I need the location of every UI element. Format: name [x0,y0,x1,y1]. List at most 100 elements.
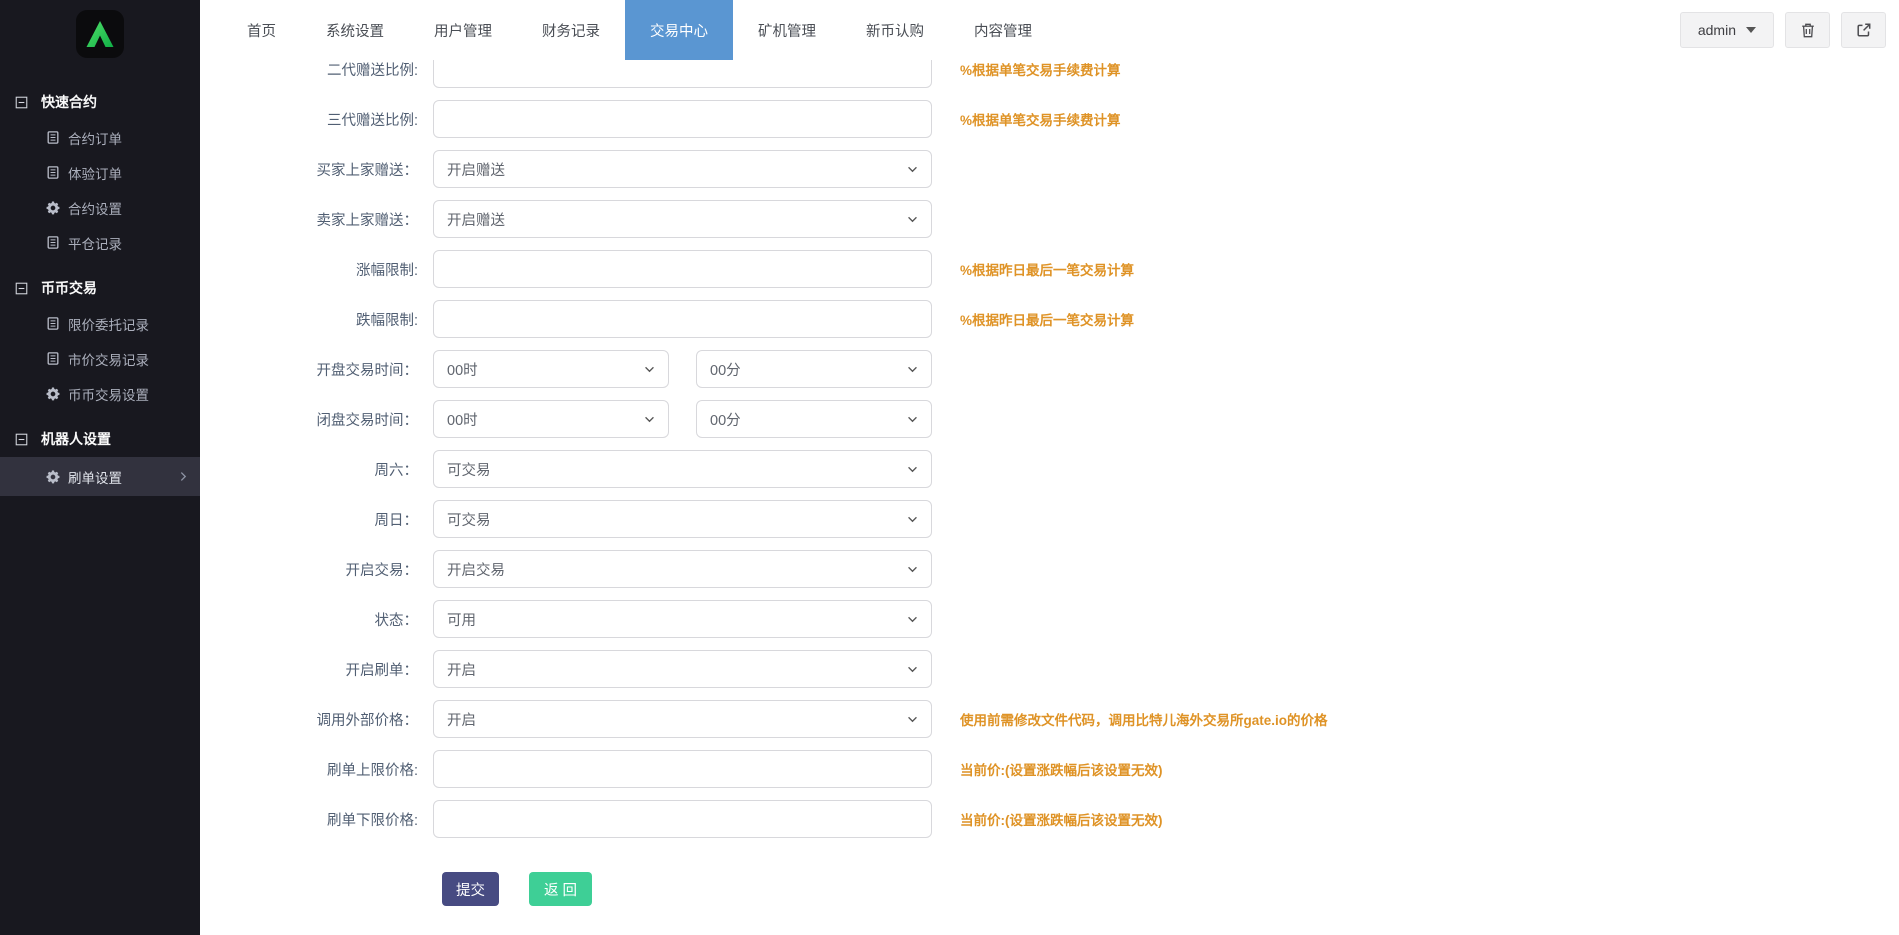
form-row: 卖家上家赠送： 开启赠送 [200,194,1899,244]
select-value: 可交易 [447,459,491,480]
select-dropdown[interactable]: 开启交易 [433,550,932,588]
list-icon [46,130,60,145]
sidebar-section: 机器人设置刷单设置 [0,421,200,496]
sidebar-item-label: 合约设置 [68,198,122,218]
form-row: 开启刷单： 开启 [200,644,1899,694]
form-row: 开盘交易时间： 00时 00分 [200,344,1899,394]
select-dropdown[interactable]: 开启赠送 [433,150,932,188]
form-row: 周日：可交易 [200,494,1899,544]
sidebar-section-title[interactable]: 币币交易 [0,270,200,306]
field-label: 涨幅限制: [200,259,418,280]
list-icon [46,235,60,250]
text-input[interactable] [433,300,932,338]
select-dropdown[interactable]: 开启 [433,700,932,738]
sidebar-item-label: 平仓记录 [68,233,122,253]
back-button[interactable]: 返回 [529,872,592,906]
select-dropdown[interactable]: 开启 [433,650,932,688]
collapse-minus-icon [15,282,28,295]
trash-icon [1800,22,1816,39]
select-value: 00时 [447,409,478,430]
sidebar-item[interactable]: 合约订单 [0,120,200,155]
select-value: 00时 [447,359,478,380]
select-dropdown[interactable]: 可交易 [433,500,932,538]
logout-button[interactable] [1841,12,1886,48]
nav-tab-1[interactable]: 系统设置 [301,0,409,60]
form-row: 闭盘交易时间：00时00分 [200,394,1899,444]
chevron-down-icon [907,466,918,473]
trash-button[interactable] [1785,12,1830,48]
field-label: 开盘交易时间： [200,359,418,380]
settings-form: 二代赠送比例: %根据单笔交易手续费计算三代赠送比例:%根据单笔交易手续费计算买家… [200,44,1899,844]
app-logo-icon[interactable] [76,10,124,58]
sidebar-item[interactable]: 平仓记录 [0,225,200,260]
nav-tab-2[interactable]: 用户管理 [409,0,517,60]
chevron-down-icon [907,716,918,723]
field-hint: 当前价:(设置涨跌幅后该设置无效) [960,809,1163,829]
chevron-down-icon [907,416,918,423]
select-dropdown[interactable]: 00分 [696,350,932,388]
sidebar-item[interactable]: 合约设置 [0,190,200,225]
sidebar-item[interactable]: 限价委托记录 [0,306,200,341]
field-label: 开启刷单： [200,659,418,680]
sidebar-item[interactable]: 体验订单 [0,155,200,190]
nav-tab-5[interactable]: 矿机管理 [733,0,841,60]
text-input[interactable] [433,100,932,138]
sidebar-item-label: 体验订单 [68,163,122,183]
chevron-down-icon [644,366,655,373]
submit-button[interactable]: 提交 [442,872,499,906]
top-navbar: 首页系统设置用户管理财务记录交易中心矿机管理新币认购内容管理 admin [200,0,1899,60]
field-hint: %根据昨日最后一笔交易计算 [960,259,1134,279]
sidebar-section-title[interactable]: 快速合约 [0,84,200,120]
select-value: 开启赠送 [447,209,505,230]
sidebar: 快速合约合约订单体验订单合约设置平仓记录币币交易限价委托记录市价交易记录币币交易… [0,0,200,935]
form-row: 跌幅限制:%根据昨日最后一笔交易计算 [200,294,1899,344]
form-row: 周六： 可交易 [200,444,1899,494]
text-input[interactable] [433,250,932,288]
sidebar-item[interactable]: 市价交易记录 [0,341,200,376]
sidebar-section: 快速合约合约订单体验订单合约设置平仓记录 [0,84,200,260]
gear-icon [46,387,60,401]
nav-tab-4[interactable]: 交易中心 [625,0,733,60]
logout-icon [1856,22,1872,38]
nav-tab-7[interactable]: 内容管理 [949,0,1057,60]
select-value: 00分 [710,359,741,380]
form-row: 三代赠送比例:%根据单笔交易手续费计算 [200,94,1899,144]
chevron-down-icon [907,366,918,373]
nav-tab-6[interactable]: 新币认购 [841,0,949,60]
select-value: 开启交易 [447,559,505,580]
form-row: 状态：可用 [200,594,1899,644]
form-row: 刷单上限价格:当前价:(设置涨跌幅后该设置无效) [200,744,1899,794]
sidebar-section-title[interactable]: 机器人设置 [0,421,200,457]
list-icon [46,351,60,366]
select-dropdown[interactable]: 可交易 [433,450,932,488]
sidebar-item-label: 市价交易记录 [68,349,149,369]
sidebar-item[interactable]: 刷单设置 [0,457,200,496]
chevron-down-icon [907,616,918,623]
nav-tab-3[interactable]: 财务记录 [517,0,625,60]
select-dropdown[interactable]: 可用 [433,600,932,638]
nav-tab-0[interactable]: 首页 [222,0,301,60]
admin-menu-button[interactable]: admin [1680,12,1774,48]
select-dropdown[interactable]: 00时 [433,400,669,438]
sidebar-item[interactable]: 币币交易设置 [0,376,200,411]
field-hint: %根据昨日最后一笔交易计算 [960,309,1134,329]
field-label: 周六： [200,459,418,480]
list-icon [46,316,60,331]
sidebar-item-label: 限价委托记录 [68,314,149,334]
text-input[interactable] [433,800,932,838]
list-icon [46,165,60,180]
sidebar-section-label: 快速合约 [41,92,97,112]
field-hint: %根据单笔交易手续费计算 [960,59,1121,79]
text-input[interactable] [433,750,932,788]
field-label: 卖家上家赠送： [200,209,418,230]
chevron-right-icon [180,471,187,482]
form-row: 买家上家赠送：开启赠送 [200,144,1899,194]
field-label: 刷单上限价格: [200,759,418,780]
field-label: 二代赠送比例: [200,59,418,80]
select-dropdown[interactable]: 开启赠送 [433,200,932,238]
select-dropdown[interactable]: 00分 [696,400,932,438]
select-dropdown[interactable]: 00时 [433,350,669,388]
sidebar-section-label: 机器人设置 [41,429,111,449]
field-label: 调用外部价格： [200,709,418,730]
chevron-down-icon [644,416,655,423]
